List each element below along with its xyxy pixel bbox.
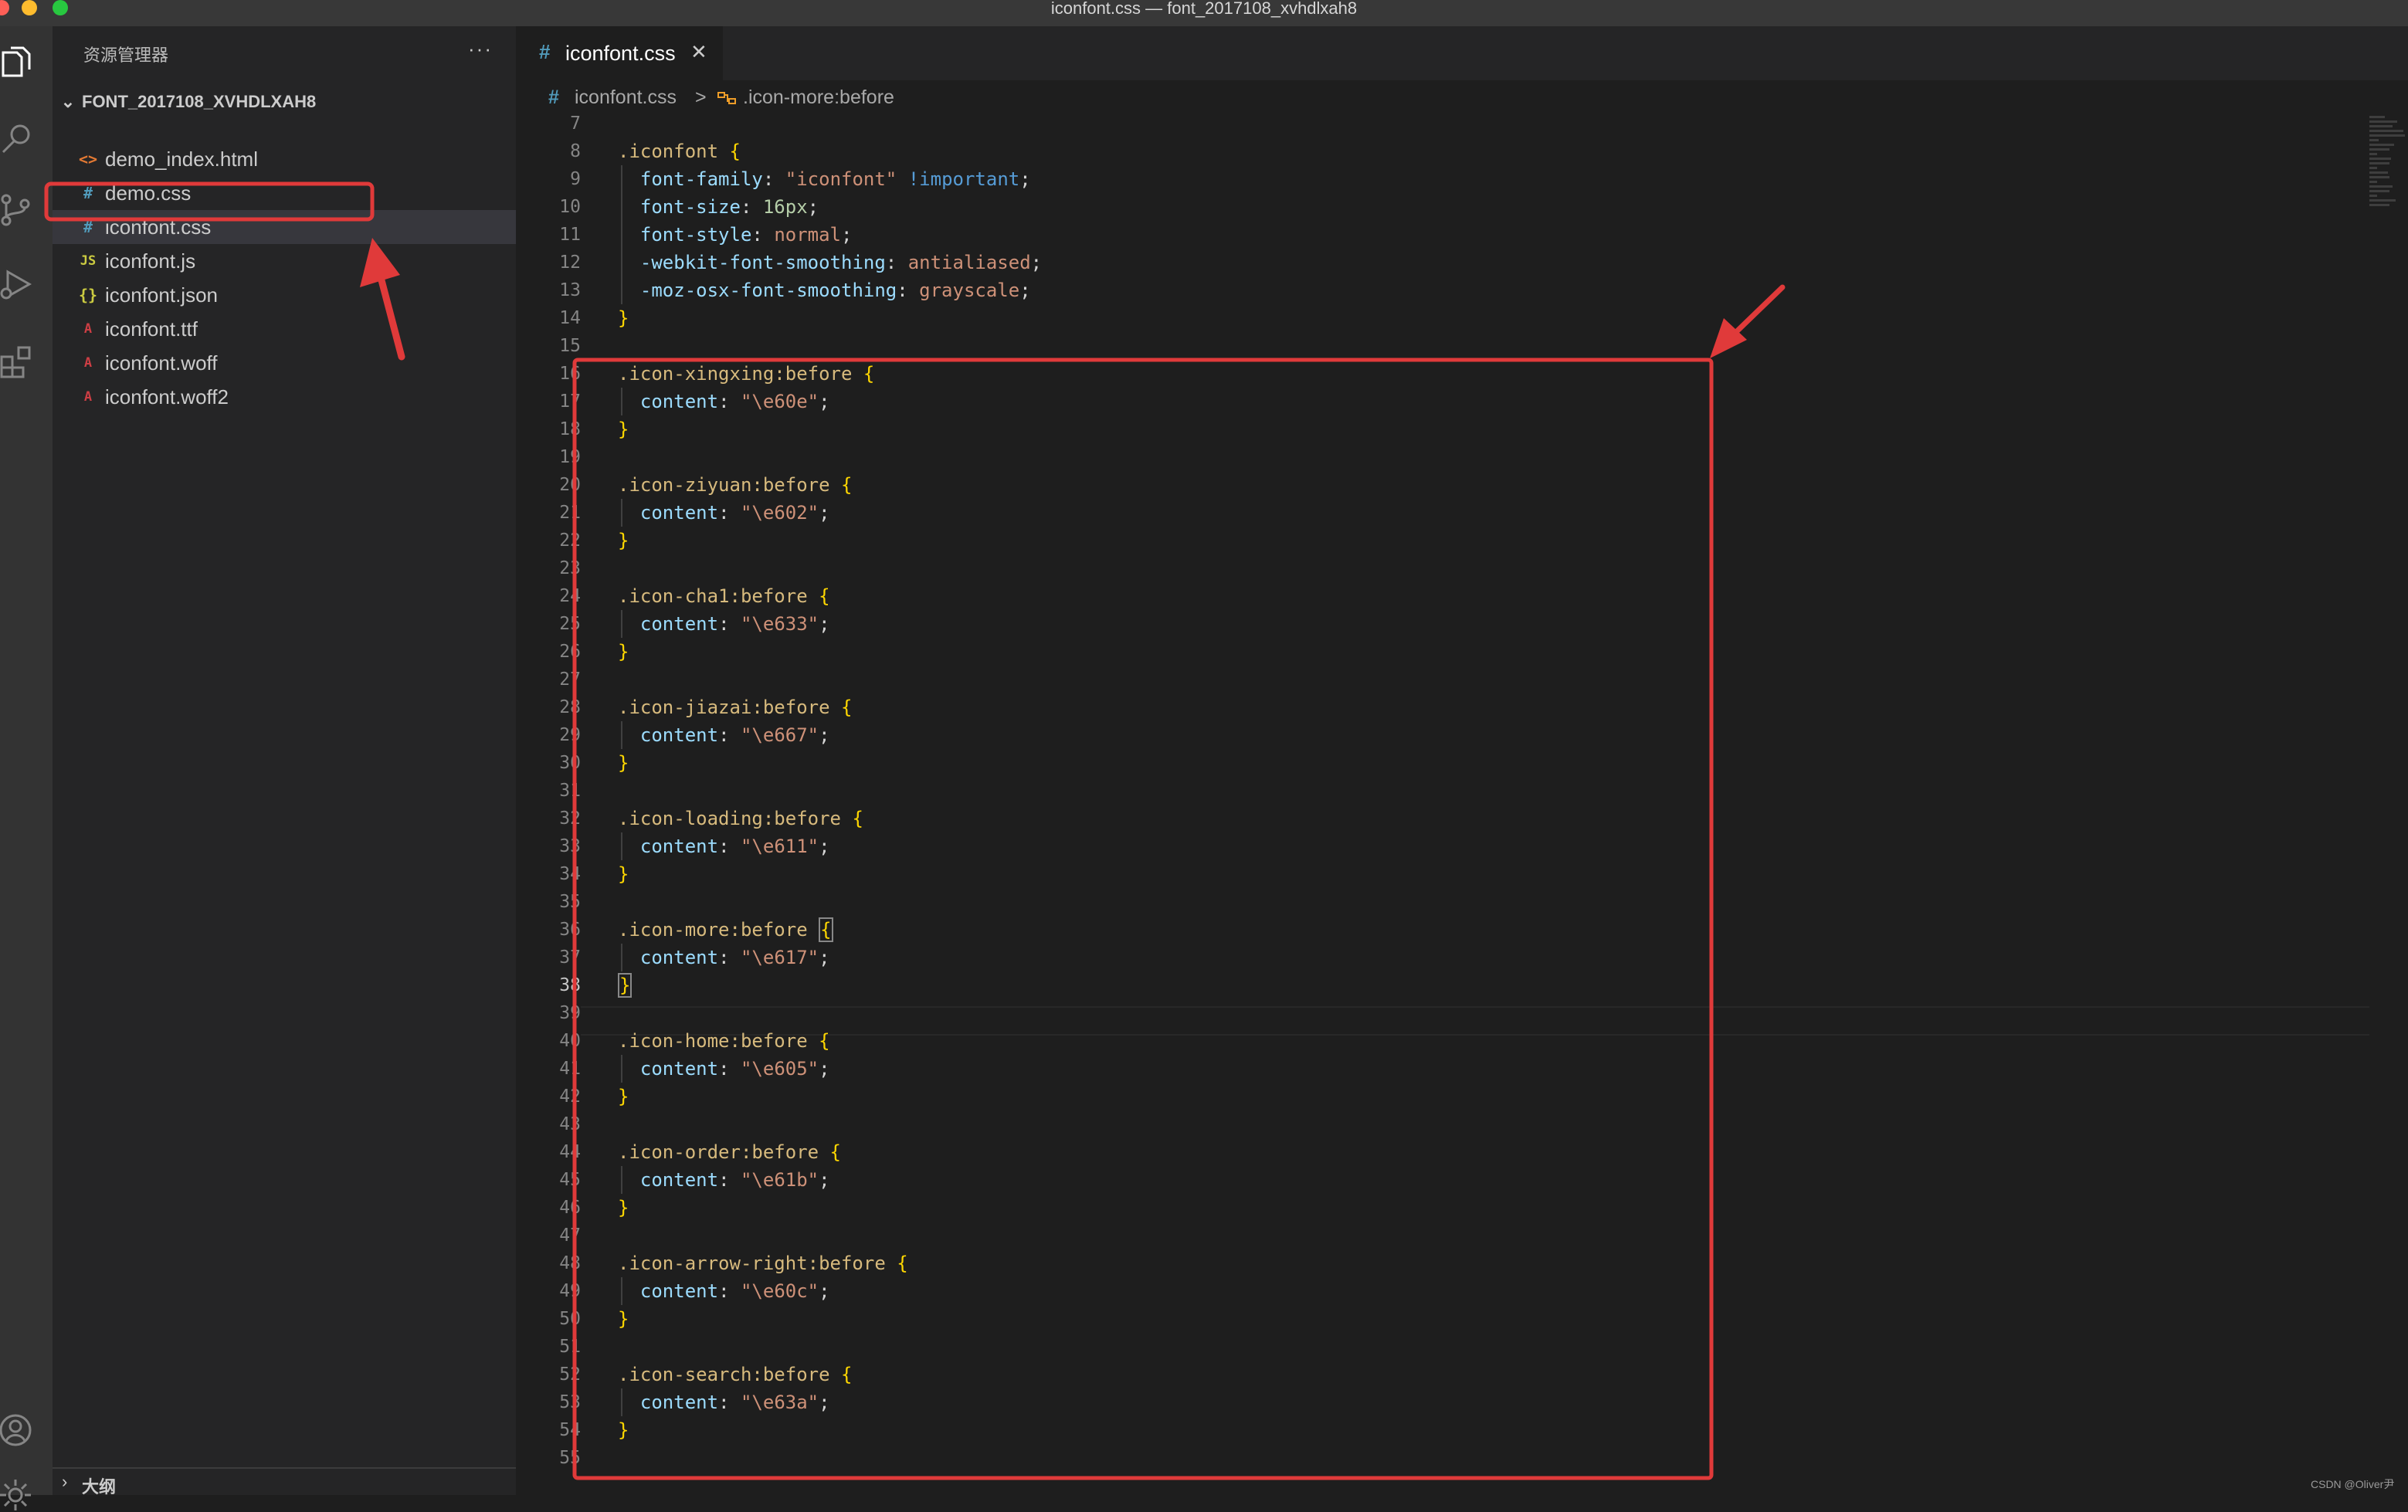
- annotation-arrow-down: [1735, 284, 1786, 334]
- annotation-code-box: [572, 358, 1714, 1480]
- annotation-arrowhead-up: [360, 238, 400, 287]
- annotation-highlight-box: [44, 181, 375, 222]
- annotation-overlay: [44, 181, 1786, 1480]
